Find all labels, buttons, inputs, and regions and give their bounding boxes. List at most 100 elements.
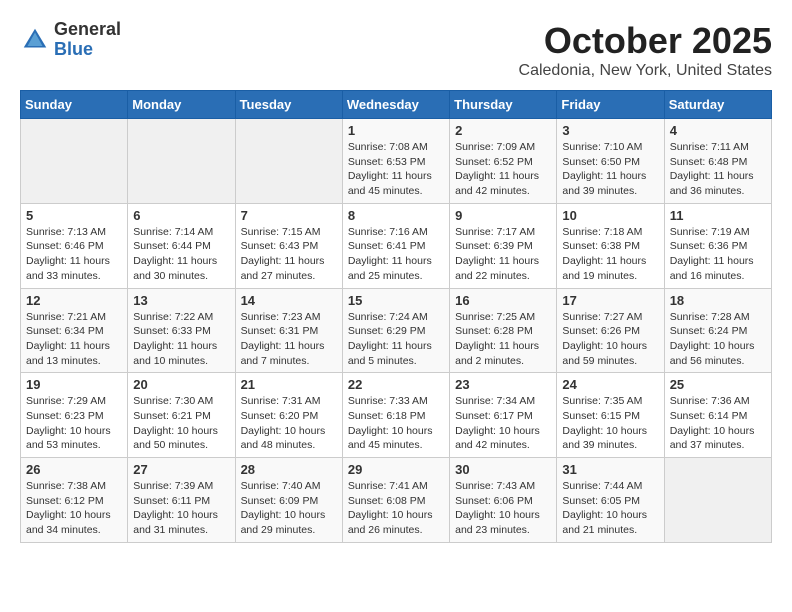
day-info: Sunrise: 7:13 AM Sunset: 6:46 PM Dayligh…	[26, 225, 122, 284]
calendar-cell: 25 Sunrise: 7:36 AM Sunset: 6:14 PM Dayli…	[664, 373, 771, 458]
calendar-cell: 21 Sunrise: 7:31 AM Sunset: 6:20 PM Dayli…	[235, 373, 342, 458]
weekday-header-row: SundayMondayTuesdayWednesdayThursdayFrid…	[21, 91, 772, 119]
day-info: Sunrise: 7:38 AM Sunset: 6:12 PM Dayligh…	[26, 479, 122, 538]
day-number: 25	[670, 377, 766, 392]
day-number: 20	[133, 377, 229, 392]
day-number: 28	[241, 462, 337, 477]
day-number: 16	[455, 293, 551, 308]
logo-general-text: General	[54, 20, 121, 40]
day-info: Sunrise: 7:19 AM Sunset: 6:36 PM Dayligh…	[670, 225, 766, 284]
day-number: 3	[562, 123, 658, 138]
calendar-cell: 28Sunrise: 7:40 AM Sunset: 6:09 PM Dayli…	[235, 458, 342, 543]
calendar-cell: 9 Sunrise: 7:17 AM Sunset: 6:39 PM Daylig…	[450, 203, 557, 288]
calendar-week-4: 19 Sunrise: 7:29 AM Sunset: 6:23 PM Dayli…	[21, 373, 772, 458]
calendar-cell: 23 Sunrise: 7:34 AM Sunset: 6:17 PM Dayli…	[450, 373, 557, 458]
weekday-header-tuesday: Tuesday	[235, 91, 342, 119]
calendar-week-1: 1 Sunrise: 7:08 AM Sunset: 6:53 PM Daylig…	[21, 119, 772, 204]
day-info: Sunrise: 7:29 AM Sunset: 6:23 PM Dayligh…	[26, 394, 122, 453]
calendar-cell: 6Sunrise: 7:14 AM Sunset: 6:44 PM Daylig…	[128, 203, 235, 288]
month-title: October 2025	[519, 20, 772, 62]
day-info: Sunrise: 7:31 AM Sunset: 6:20 PM Dayligh…	[241, 394, 337, 453]
calendar-cell: 24 Sunrise: 7:35 AM Sunset: 6:15 PM Dayli…	[557, 373, 664, 458]
day-number: 5	[26, 208, 122, 223]
weekday-header-sunday: Sunday	[21, 91, 128, 119]
day-info: Sunrise: 7:41 AM Sunset: 6:08 PM Dayligh…	[348, 479, 444, 538]
day-info: Sunrise: 7:34 AM Sunset: 6:17 PM Dayligh…	[455, 394, 551, 453]
day-info: Sunrise: 7:35 AM Sunset: 6:15 PM Dayligh…	[562, 394, 658, 453]
day-number: 15	[348, 293, 444, 308]
weekday-header-monday: Monday	[128, 91, 235, 119]
day-number: 23	[455, 377, 551, 392]
calendar-table: SundayMondayTuesdayWednesdayThursdayFrid…	[20, 90, 772, 543]
day-number: 27	[133, 462, 229, 477]
logo-blue-text: Blue	[54, 40, 121, 60]
calendar-cell	[128, 119, 235, 204]
calendar-cell: 12 Sunrise: 7:21 AM Sunset: 6:34 PM Dayli…	[21, 288, 128, 373]
day-info: Sunrise: 7:28 AM Sunset: 6:24 PM Dayligh…	[670, 310, 766, 369]
day-info: Sunrise: 7:21 AM Sunset: 6:34 PM Dayligh…	[26, 310, 122, 369]
day-info: Sunrise: 7:30 AM Sunset: 6:21 PM Dayligh…	[133, 394, 229, 453]
calendar-cell: 27 Sunrise: 7:39 AM Sunset: 6:11 PM Dayli…	[128, 458, 235, 543]
day-info: Sunrise: 7:16 AM Sunset: 6:41 PM Dayligh…	[348, 225, 444, 284]
day-number: 9	[455, 208, 551, 223]
day-number: 21	[241, 377, 337, 392]
day-number: 24	[562, 377, 658, 392]
calendar-cell: 2Sunrise: 7:09 AM Sunset: 6:52 PM Daylig…	[450, 119, 557, 204]
day-info: Sunrise: 7:17 AM Sunset: 6:39 PM Dayligh…	[455, 225, 551, 284]
weekday-header-thursday: Thursday	[450, 91, 557, 119]
calendar-cell	[664, 458, 771, 543]
weekday-header-wednesday: Wednesday	[342, 91, 449, 119]
calendar-week-3: 12 Sunrise: 7:21 AM Sunset: 6:34 PM Dayli…	[21, 288, 772, 373]
day-info: Sunrise: 7:36 AM Sunset: 6:14 PM Dayligh…	[670, 394, 766, 453]
calendar-cell: 14 Sunrise: 7:23 AM Sunset: 6:31 PM Dayli…	[235, 288, 342, 373]
day-number: 26	[26, 462, 122, 477]
day-info: Sunrise: 7:44 AM Sunset: 6:05 PM Dayligh…	[562, 479, 658, 538]
location-text: Caledonia, New York, United States	[519, 62, 772, 80]
day-info: Sunrise: 7:23 AM Sunset: 6:31 PM Dayligh…	[241, 310, 337, 369]
day-info: Sunrise: 7:43 AM Sunset: 6:06 PM Dayligh…	[455, 479, 551, 538]
calendar-cell	[21, 119, 128, 204]
calendar-cell: 26 Sunrise: 7:38 AM Sunset: 6:12 PM Dayli…	[21, 458, 128, 543]
day-info: Sunrise: 7:08 AM Sunset: 6:53 PM Dayligh…	[348, 140, 444, 199]
day-info: Sunrise: 7:15 AM Sunset: 6:43 PM Dayligh…	[241, 225, 337, 284]
day-info: Sunrise: 7:22 AM Sunset: 6:33 PM Dayligh…	[133, 310, 229, 369]
calendar-cell: 7Sunrise: 7:15 AM Sunset: 6:43 PM Daylig…	[235, 203, 342, 288]
day-info: Sunrise: 7:10 AM Sunset: 6:50 PM Dayligh…	[562, 140, 658, 199]
calendar-week-5: 26 Sunrise: 7:38 AM Sunset: 6:12 PM Dayli…	[21, 458, 772, 543]
day-number: 19	[26, 377, 122, 392]
day-number: 29	[348, 462, 444, 477]
day-info: Sunrise: 7:33 AM Sunset: 6:18 PM Dayligh…	[348, 394, 444, 453]
calendar-cell: 5 Sunrise: 7:13 AM Sunset: 6:46 PM Daylig…	[21, 203, 128, 288]
weekday-header-friday: Friday	[557, 91, 664, 119]
day-info: Sunrise: 7:27 AM Sunset: 6:26 PM Dayligh…	[562, 310, 658, 369]
weekday-header-saturday: Saturday	[664, 91, 771, 119]
day-number: 13	[133, 293, 229, 308]
calendar-cell: 3 Sunrise: 7:10 AM Sunset: 6:50 PM Daylig…	[557, 119, 664, 204]
calendar-cell: 4Sunrise: 7:11 AM Sunset: 6:48 PM Daylig…	[664, 119, 771, 204]
day-number: 11	[670, 208, 766, 223]
calendar-cell	[235, 119, 342, 204]
day-number: 17	[562, 293, 658, 308]
calendar-cell: 11 Sunrise: 7:19 AM Sunset: 6:36 PM Dayli…	[664, 203, 771, 288]
day-info: Sunrise: 7:24 AM Sunset: 6:29 PM Dayligh…	[348, 310, 444, 369]
logo: General Blue	[20, 20, 121, 60]
calendar-cell: 20 Sunrise: 7:30 AM Sunset: 6:21 PM Dayli…	[128, 373, 235, 458]
day-info: Sunrise: 7:25 AM Sunset: 6:28 PM Dayligh…	[455, 310, 551, 369]
day-number: 30	[455, 462, 551, 477]
day-info: Sunrise: 7:14 AM Sunset: 6:44 PM Dayligh…	[133, 225, 229, 284]
calendar-cell: 17 Sunrise: 7:27 AM Sunset: 6:26 PM Dayli…	[557, 288, 664, 373]
logo-icon	[20, 25, 50, 55]
day-number: 1	[348, 123, 444, 138]
calendar-cell: 10Sunrise: 7:18 AM Sunset: 6:38 PM Dayli…	[557, 203, 664, 288]
day-number: 31	[562, 462, 658, 477]
day-info: Sunrise: 7:09 AM Sunset: 6:52 PM Dayligh…	[455, 140, 551, 199]
day-number: 12	[26, 293, 122, 308]
day-number: 22	[348, 377, 444, 392]
page-header: General Blue October 2025 Caledonia, New…	[20, 20, 772, 80]
day-number: 18	[670, 293, 766, 308]
calendar-week-2: 5 Sunrise: 7:13 AM Sunset: 6:46 PM Daylig…	[21, 203, 772, 288]
calendar-cell: 15 Sunrise: 7:24 AM Sunset: 6:29 PM Dayli…	[342, 288, 449, 373]
day-info: Sunrise: 7:39 AM Sunset: 6:11 PM Dayligh…	[133, 479, 229, 538]
calendar-cell: 31 Sunrise: 7:44 AM Sunset: 6:05 PM Dayli…	[557, 458, 664, 543]
day-number: 14	[241, 293, 337, 308]
